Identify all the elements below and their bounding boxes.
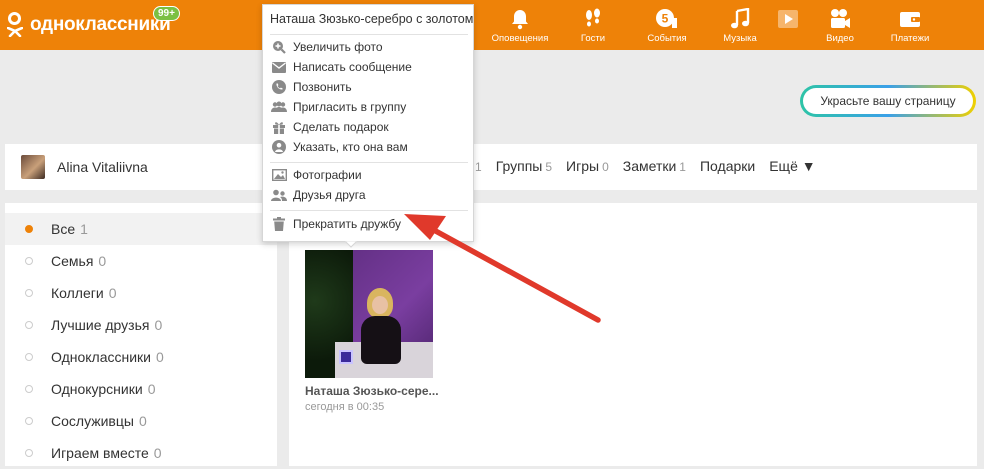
annotation-arrow — [0, 0, 984, 466]
